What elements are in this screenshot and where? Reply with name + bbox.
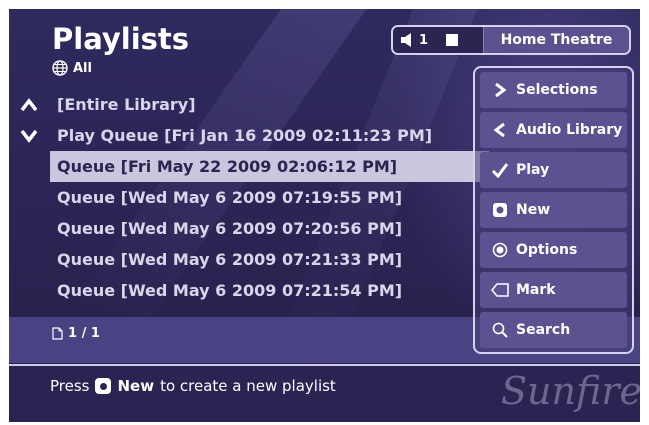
menu-item-label: Play [516, 162, 550, 178]
zone-status[interactable]: 1 Home Theatre [391, 25, 631, 55]
radio-circle-icon [491, 241, 509, 259]
brand-logo: Sunfire [501, 369, 640, 413]
hint-suffix: to create a new playlist [160, 377, 336, 395]
list-item[interactable]: Queue [Wed May 6 2009 07:21:33 PM] [9, 244, 489, 275]
menu-item-label: New [516, 202, 551, 218]
hint-prefix: Press [50, 377, 90, 395]
action-menu: Selections Audio Library Play New Option… [473, 66, 634, 354]
list-item-label: Queue [Wed May 6 2009 07:19:55 PM] [57, 188, 403, 207]
square-button-icon [491, 201, 509, 219]
menu-item-search[interactable]: Search [480, 312, 627, 348]
checkmark-icon [491, 161, 509, 179]
menu-item-label: Search [516, 322, 571, 338]
page-indicator: 1 / 1 [52, 326, 100, 341]
page-title: Playlists [52, 22, 190, 56]
chevron-up-icon [20, 97, 38, 111]
playlist-list: [Entire Library] Play Queue [Fri Jan 16 … [9, 89, 489, 306]
zone-name-button[interactable]: Home Theatre [483, 27, 629, 53]
list-item-label: Queue [Wed May 6 2009 07:21:54 PM] [57, 281, 403, 300]
list-item[interactable]: Queue [Wed May 6 2009 07:19:55 PM] [9, 182, 489, 213]
list-item-label: Queue [Wed May 6 2009 07:20:56 PM] [57, 219, 403, 238]
square-button-icon [95, 378, 112, 394]
list-item[interactable]: [Entire Library] [9, 89, 489, 120]
hint-button-name: New [117, 377, 155, 395]
filter-label: All [73, 60, 92, 76]
menu-item-audio-library[interactable]: Audio Library [480, 112, 627, 148]
app-screen: Playlists All 1 Home Theatre [Entire Lib… [9, 9, 640, 422]
menu-item-label: Selections [516, 82, 598, 98]
volume-number: 1 [419, 32, 429, 48]
stop-icon[interactable] [446, 34, 459, 46]
list-item-label: Queue [Wed May 6 2009 07:21:33 PM] [57, 250, 403, 269]
speaker-icon [401, 33, 411, 47]
menu-item-mark[interactable]: Mark [480, 272, 627, 308]
globe-icon [52, 60, 68, 76]
menu-item-label: Audio Library [516, 122, 623, 138]
list-item-label: Play Queue [Fri Jan 16 2009 02:11:23 PM] [57, 126, 433, 145]
chevron-right-icon [491, 81, 509, 99]
menu-item-selections[interactable]: Selections [480, 72, 627, 108]
menu-item-new[interactable]: New [480, 192, 627, 228]
page-count: 1 / 1 [68, 326, 100, 341]
list-item[interactable]: Queue [Wed May 6 2009 07:20:56 PM] [9, 213, 489, 244]
help-hint: Press New to create a new playlist [50, 377, 336, 395]
chevron-left-icon [491, 121, 509, 139]
list-item-label: [Entire Library] [57, 95, 196, 114]
list-item[interactable]: Play Queue [Fri Jan 16 2009 02:11:23 PM] [9, 120, 489, 151]
scroll-up-button[interactable] [18, 94, 40, 116]
library-filter[interactable]: All [52, 60, 92, 76]
scroll-down-button[interactable] [18, 125, 40, 147]
menu-item-label: Options [516, 242, 578, 258]
search-icon [491, 321, 509, 339]
tag-icon [491, 281, 509, 299]
chevron-down-icon [20, 129, 38, 143]
list-item-label: Queue [Fri May 22 2009 02:06:12 PM] [57, 157, 398, 176]
list-item-selected[interactable]: Queue [Fri May 22 2009 02:06:12 PM] [50, 151, 489, 182]
menu-item-label: Mark [516, 282, 556, 298]
volume-control[interactable]: 1 [393, 27, 483, 53]
page-icon [52, 327, 63, 340]
menu-item-options[interactable]: Options [480, 232, 627, 268]
menu-item-play[interactable]: Play [480, 152, 627, 188]
list-item[interactable]: Queue [Wed May 6 2009 07:21:54 PM] [9, 275, 489, 306]
